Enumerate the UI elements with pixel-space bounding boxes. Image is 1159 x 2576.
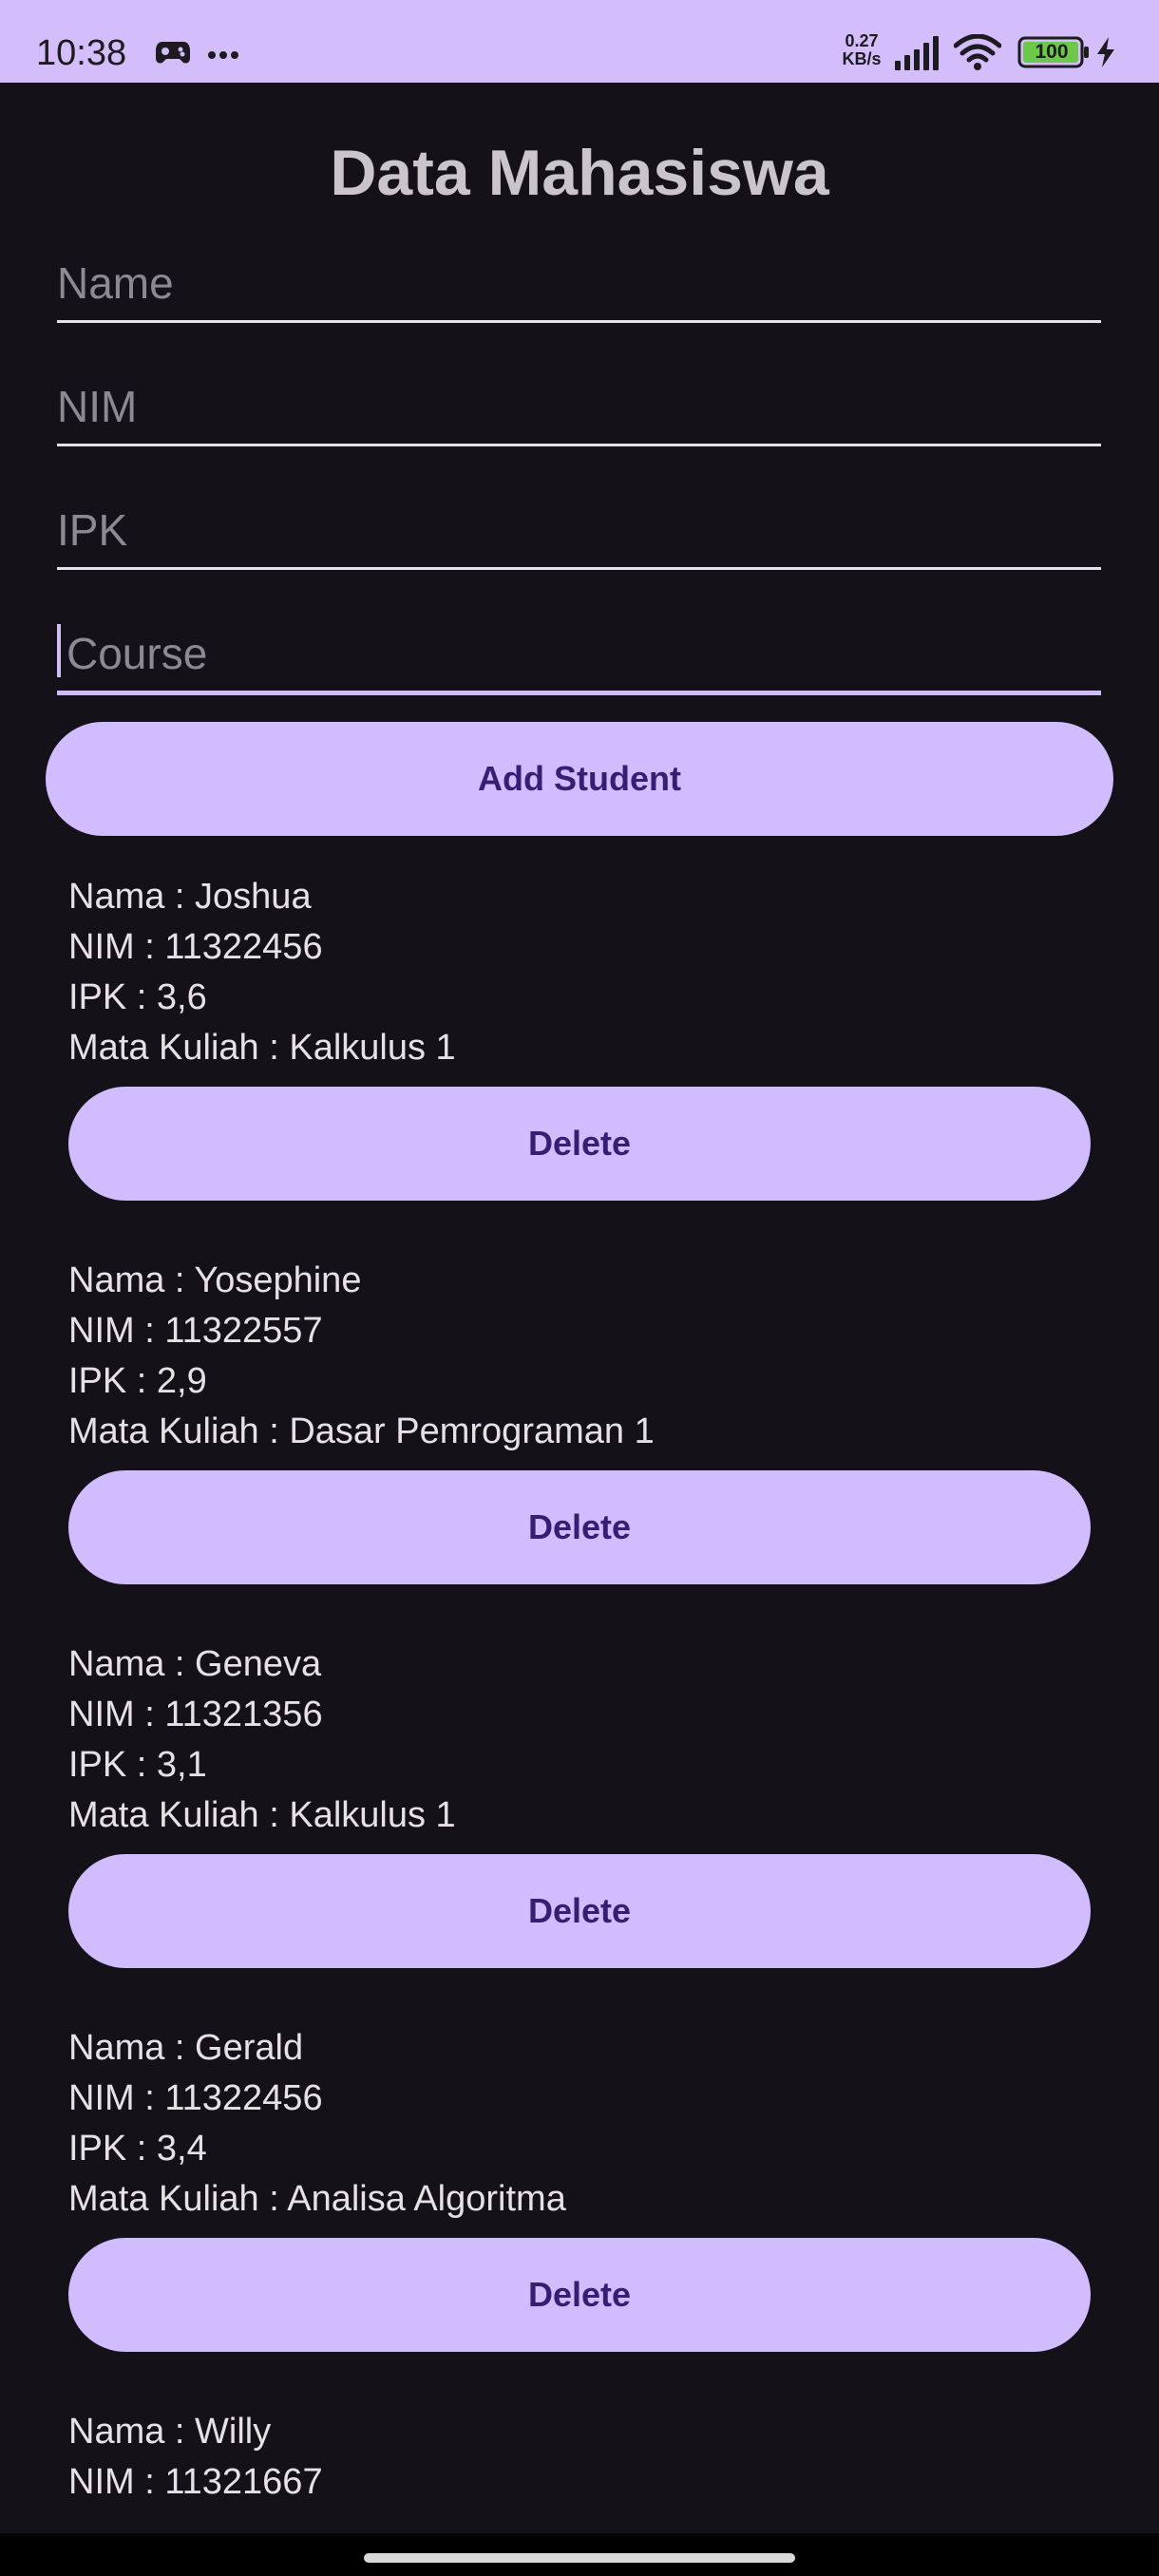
- navigation-bar: [0, 2533, 1159, 2576]
- delete-button[interactable]: Delete: [68, 2238, 1091, 2352]
- course-field[interactable]: [57, 605, 1111, 695]
- text-cursor: [57, 624, 61, 677]
- student-nim: NIM : 11322557: [68, 1311, 323, 1351]
- battery-level: 100: [1035, 41, 1069, 63]
- student-ipk: IPK : 3,6: [68, 977, 207, 1017]
- delete-button[interactable]: Delete: [68, 1087, 1091, 1201]
- status-time: 10:38: [36, 33, 127, 73]
- more-dots-icon: [207, 47, 239, 65]
- name-input[interactable]: [57, 257, 1101, 309]
- signal-icon: [893, 36, 942, 75]
- student-card: Nama : Gerald NIM : 11322456 IPK : 3,4 M…: [68, 2024, 1091, 2404]
- charging-icon: [1095, 36, 1116, 73]
- home-gesture-handle[interactable]: [364, 2553, 795, 2563]
- student-course: Mata Kuliah : Kalkulus 1: [68, 1028, 456, 1068]
- student-course: Mata Kuliah : Dasar Pemrograman 1: [68, 1411, 655, 1451]
- name-field[interactable]: [57, 235, 1101, 323]
- page-title: Data Mahasiswa: [330, 137, 829, 209]
- student-name: Nama : Gerald: [68, 2028, 304, 2068]
- student-card: Nama : Geneva NIM : 11321356 IPK : 3,1 M…: [68, 1640, 1091, 2020]
- delete-button[interactable]: Delete: [68, 1854, 1091, 1968]
- add-student-button[interactable]: Add Student: [46, 722, 1113, 836]
- student-nim: NIM : 11321356: [68, 1695, 323, 1734]
- student-ipk: IPK : 3,4: [68, 2129, 207, 2169]
- nim-input[interactable]: [57, 381, 1101, 432]
- student-ipk: IPK : 3,1: [68, 1745, 207, 1785]
- app-screen: Data Mahasiswa Add Student Nama : Joshua…: [0, 83, 1159, 2533]
- student-name: Nama : Geneva: [68, 1644, 322, 1684]
- student-ipk: IPK : 2,9: [68, 1361, 207, 1401]
- ipk-field[interactable]: [57, 482, 1101, 570]
- wifi-icon: [953, 33, 1002, 75]
- student-nim: NIM : 11322456: [68, 2078, 323, 2118]
- network-speed-unit: KB/s: [842, 49, 882, 68]
- ipk-input[interactable]: [57, 504, 1101, 556]
- delete-button[interactable]: Delete: [68, 1470, 1091, 1584]
- battery-icon: 100: [1017, 36, 1092, 73]
- student-course: Mata Kuliah : Kalkulus 1: [68, 1795, 456, 1835]
- student-card: Nama : Willy NIM : 11321667: [68, 2408, 1091, 2503]
- student-name: Nama : Yosephine: [68, 1260, 362, 1300]
- game-controller-icon: [155, 38, 191, 71]
- course-input[interactable]: [57, 628, 1111, 679]
- status-bar: 10:38 0.27 KB/s 100: [0, 0, 1159, 83]
- network-speed-value: 0.27: [845, 31, 879, 50]
- student-course: Mata Kuliah : Analisa Algoritma: [68, 2179, 566, 2219]
- student-name: Nama : Joshua: [68, 877, 312, 917]
- student-card: Nama : Yosephine NIM : 11322557 IPK : 2,…: [68, 1257, 1091, 1637]
- nim-field[interactable]: [57, 358, 1101, 446]
- student-nim: NIM : 11321667: [68, 2462, 323, 2502]
- student-card: Nama : Joshua NIM : 11322456 IPK : 3,6 M…: [68, 873, 1091, 1253]
- network-speed: 0.27 KB/s: [836, 32, 887, 68]
- student-name: Nama : Willy: [68, 2412, 272, 2452]
- student-nim: NIM : 11322456: [68, 927, 323, 967]
